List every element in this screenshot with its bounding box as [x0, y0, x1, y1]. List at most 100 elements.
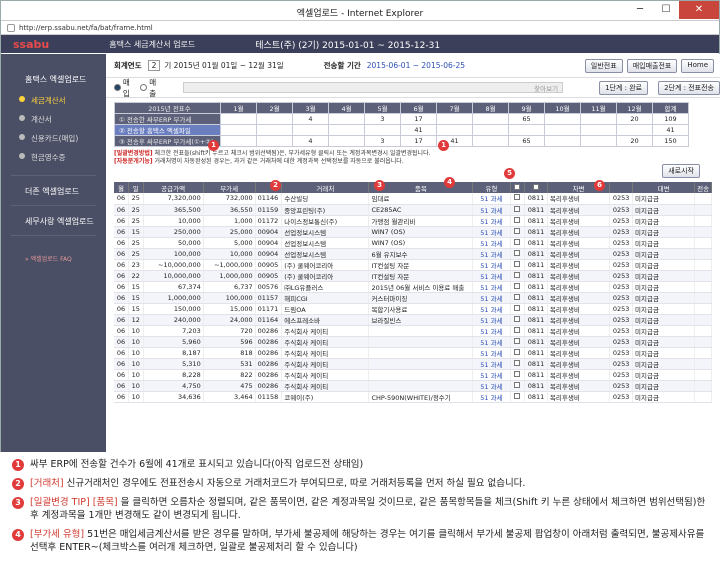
general-voucher-button[interactable]: 일반전표 [584, 58, 623, 73]
cell-vat[interactable]: 732,000 [203, 193, 256, 205]
cell-vat-type[interactable]: 51 과세 [472, 347, 511, 359]
cell-credit-code[interactable]: 0253 [609, 215, 634, 227]
table-row[interactable]: 06 10 8,187 818 00286 주식회사 케이티 51 과세 0811 복리후생비 0… [114, 347, 712, 359]
cell-vat-type[interactable]: 51 과세 [472, 215, 511, 227]
cell-credit-code[interactable]: 0253 [609, 325, 634, 337]
cell-vat-type[interactable]: 51 과세 [472, 325, 511, 337]
cell-vat-type[interactable]: 51 과세 [472, 336, 511, 348]
cell-credit-code[interactable]: 0253 [609, 259, 634, 271]
cell-credit-code[interactable]: 0253 [609, 358, 634, 370]
cell-item[interactable]: IT컨설팅 자문 [368, 259, 474, 271]
table-row[interactable]: 06 15 67,374 6,737 00576 ㈜LG유플러스 2015년 06월 서비스… [114, 281, 712, 293]
cell-item[interactable]: WIN7 (OS) [368, 237, 474, 249]
cell-vat[interactable]: 6,737 [203, 281, 256, 293]
cell-debit-code[interactable]: 0811 [524, 358, 548, 370]
table-row[interactable]: 06 25 7,320,000 732,000 01146 수산빌딩 임대료 51 과세 081… [114, 193, 712, 205]
cell-credit-code[interactable]: 0253 [609, 237, 634, 249]
cell-vendor[interactable]: 선업정보시스템 [281, 248, 370, 260]
summary-row-label[interactable]: ② 전송할 홈택스 엑셀파일 [114, 124, 221, 136]
cell-item[interactable] [368, 347, 474, 359]
cell-debit-code[interactable]: 0811 [524, 336, 548, 348]
cell-supply[interactable]: 7,320,000 [143, 193, 204, 205]
cell-credit[interactable]: 미지급금 [632, 336, 696, 348]
cell-supply[interactable]: 50,000 [143, 237, 204, 249]
cell-vat[interactable]: 15,000 [203, 303, 256, 315]
row-checkbox[interactable] [510, 259, 526, 271]
file-search-box[interactable]: 찾아보기 [182, 82, 564, 93]
cell-vendor[interactable]: 선업정보시스템 [281, 237, 370, 249]
sidebar-item-tax-invoice[interactable]: 세금계산서 [1, 91, 106, 110]
sidebar-duzon-upload[interactable]: 더존 엑셀업로드 [1, 176, 106, 197]
cell-debit-code[interactable]: 0811 [524, 193, 548, 205]
cell-debit[interactable]: 복리후생비 [547, 303, 611, 315]
cell-vendor[interactable]: ㈜LG유플러스 [281, 281, 370, 293]
cell-vat[interactable]: 475 [203, 380, 256, 392]
row-checkbox[interactable] [510, 237, 526, 249]
cell-item[interactable] [368, 369, 474, 381]
cell-vendor[interactable]: 에스프레소바 [281, 314, 370, 326]
home-button[interactable]: Home [681, 58, 714, 73]
close-button[interactable]: ✕ [679, 1, 719, 19]
table-row[interactable]: 06 25 365,500 36,550 01159 중앙프린팅(주) CE285AC 51 … [114, 204, 712, 216]
cell-vat-type[interactable]: 51 과세 [472, 358, 511, 370]
cell-vendor[interactable]: 드림OA [281, 303, 370, 315]
cell-debit[interactable]: 복리후생비 [547, 204, 611, 216]
row-checkbox[interactable] [510, 193, 526, 205]
cell-debit-code[interactable]: 0811 [524, 292, 548, 304]
row-checkbox[interactable] [510, 369, 526, 381]
table-row[interactable]: 06 23 ~10,000,000 ~1,000,000 00905 (주) 쿨웨어코리아… [114, 259, 712, 271]
cell-vendor[interactable]: 수산빌딩 [281, 193, 370, 205]
cell-vat-type[interactable]: 51 과세 [472, 226, 511, 238]
cell-vat-type[interactable]: 51 과세 [472, 248, 511, 260]
cell-vat[interactable]: 5,000 [203, 237, 256, 249]
table-row[interactable]: 06 25 50,000 5,000 00904 선업정보시스템 WIN7 (OS) 51 과… [114, 237, 712, 249]
table-row[interactable]: 06 10 5,960 596 00286 주식회사 케이티 51 과세 0811 복리후생비 0… [114, 336, 712, 348]
cell-supply[interactable]: 4,750 [143, 380, 204, 392]
cell-credit[interactable]: 미지급금 [632, 215, 696, 227]
cell-debit[interactable]: 복리후생비 [547, 248, 611, 260]
cell-credit[interactable]: 미지급금 [632, 193, 696, 205]
cell-vendor[interactable]: 주식회사 케이티 [281, 380, 370, 392]
cell-supply[interactable]: 8,228 [143, 369, 204, 381]
cell-vat[interactable]: 3,464 [203, 391, 256, 403]
cell-vat-type[interactable]: 51 과세 [472, 303, 511, 315]
cell-debit-code[interactable]: 0811 [524, 248, 548, 260]
cell-credit-code[interactable]: 0253 [609, 204, 634, 216]
row-checkbox[interactable] [510, 215, 526, 227]
cell-vendor[interactable]: 선업정보시스템 [281, 226, 370, 238]
cell-vat[interactable]: 24,000 [203, 314, 256, 326]
cell-supply[interactable]: 5,310 [143, 358, 204, 370]
cell-debit-code[interactable]: 0811 [524, 204, 548, 216]
cell-item[interactable]: CHP-590N(WHITE)/정수기 [368, 391, 474, 403]
minimize-button[interactable]: ─ [627, 1, 653, 19]
cell-vat-type[interactable]: 51 과세 [472, 270, 511, 282]
cell-item[interactable]: WIN7 (OS) [368, 226, 474, 238]
cell-vat[interactable]: ~1,000,000 [203, 259, 256, 271]
col-check-all[interactable] [510, 182, 526, 193]
cell-vat[interactable]: 25,000 [203, 226, 256, 238]
cell-credit[interactable]: 미지급금 [632, 391, 696, 403]
cell-vat-type[interactable]: 51 과세 [472, 369, 511, 381]
cell-debit[interactable]: 복리후생비 [547, 292, 611, 304]
table-row[interactable]: 06 10 7,203 720 00286 주식회사 케이티 51 과세 0811 복리후생비 0… [114, 325, 712, 337]
cell-item[interactable] [368, 325, 474, 337]
cell-debit[interactable]: 복리후생비 [547, 358, 611, 370]
cell-item[interactable]: 가맹점 월관리비 [368, 215, 474, 227]
cell-item[interactable]: 복합기사용료 [368, 303, 474, 315]
cell-debit[interactable]: 복리후생비 [547, 325, 611, 337]
cell-credit[interactable]: 미지급금 [632, 292, 696, 304]
cell-vat-type[interactable]: 51 과세 [472, 380, 511, 392]
cell-credit[interactable]: 미지급금 [632, 303, 696, 315]
cell-debit[interactable]: 복리후생비 [547, 380, 611, 392]
cell-debit-code[interactable]: 0811 [524, 237, 548, 249]
table-row[interactable]: 06 15 1,000,000 100,000 01157 해피CGI 커스터마이징 51 과… [114, 292, 712, 304]
cell-item[interactable]: 커스터마이징 [368, 292, 474, 304]
cell-vat[interactable]: 720 [203, 325, 256, 337]
cell-supply[interactable]: 240,000 [143, 314, 204, 326]
row-checkbox[interactable] [510, 248, 526, 260]
cell-debit[interactable]: 복리후생비 [547, 270, 611, 282]
radio-sales[interactable] [140, 84, 148, 91]
cell-item[interactable] [368, 380, 474, 392]
step2-button[interactable]: 2단계 : 전표전송 [658, 80, 720, 95]
cell-vat[interactable]: 100,000 [203, 292, 256, 304]
